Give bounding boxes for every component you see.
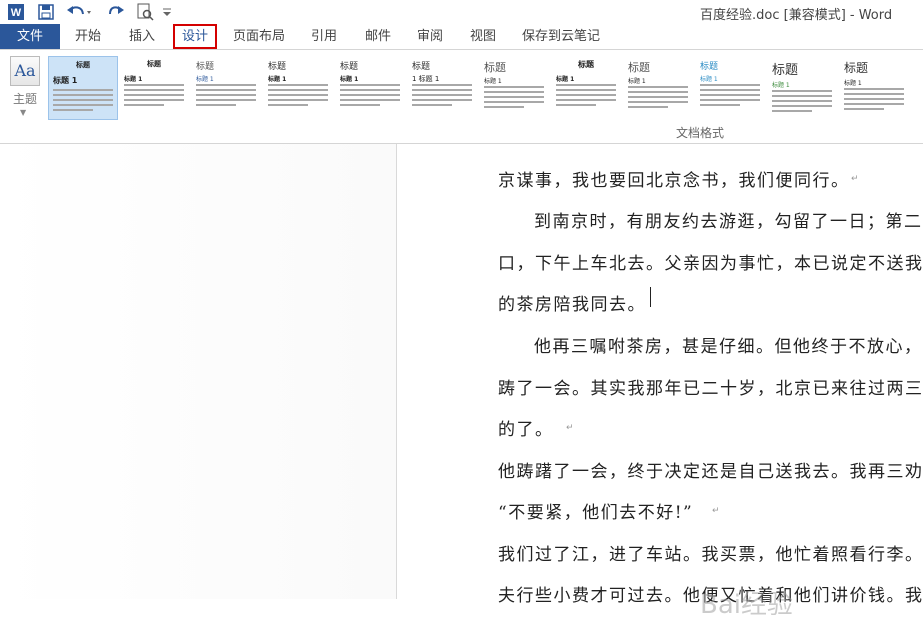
- style-set-title: 标题: [844, 61, 869, 75]
- style-set-item[interactable]: 标题 标题 1: [480, 56, 548, 118]
- tab-design[interactable]: 设计: [173, 24, 217, 49]
- style-set-title: 标题: [700, 62, 719, 72]
- tab-file[interactable]: 文件: [0, 24, 60, 49]
- style-set-heading: 标题 1: [484, 78, 502, 85]
- style-set-title: 标题: [76, 61, 90, 69]
- style-set-item[interactable]: 标题 标题 1: [336, 56, 404, 118]
- style-set-title: 标题: [268, 62, 287, 72]
- style-set-title: 标题: [340, 62, 359, 72]
- page-gutter: [0, 144, 396, 599]
- page-edge: [396, 144, 397, 599]
- tab-review[interactable]: 审阅: [408, 24, 452, 49]
- customize-qat-icon[interactable]: [160, 2, 174, 22]
- style-set-heading: 标题 1: [844, 80, 862, 87]
- style-set-title: 标题: [578, 60, 594, 69]
- tab-page-layout[interactable]: 页面布局: [226, 24, 292, 49]
- style-set-item[interactable]: 标题 标题 1: [192, 56, 260, 118]
- style-set-heading: 标题 1: [268, 76, 287, 83]
- document-line[interactable]: “不要紧，他们去不好!”: [498, 498, 693, 523]
- paragraph-mark-icon: ↵: [851, 174, 859, 184]
- tab-mailings[interactable]: 邮件: [356, 24, 400, 49]
- style-set-item[interactable]: 标题 标题 1: [120, 56, 188, 118]
- style-set-item[interactable]: 标题 标题 1: [264, 56, 332, 118]
- document-line[interactable]: 的了。: [498, 415, 554, 440]
- style-set-item[interactable]: 标题 标题 1: [48, 56, 118, 120]
- document-line[interactable]: 他踌躇了一会，终于决定还是自己送我去。我再三劝: [498, 457, 923, 482]
- style-set-title: 标题: [412, 62, 431, 72]
- document-line[interactable]: 到南京时，有朋友约去游逛，勾留了一日；第二: [534, 207, 923, 232]
- tab-home[interactable]: 开始: [66, 24, 110, 49]
- style-set-heading: 1 标题 1: [412, 75, 440, 83]
- paragraph-mark-icon: ↵: [566, 423, 574, 433]
- tab-insert[interactable]: 插入: [120, 24, 164, 49]
- style-set-heading: 标题 1: [124, 76, 143, 83]
- svg-text:W: W: [11, 7, 22, 19]
- word-icon: W: [6, 2, 26, 22]
- tab-save-to-cloud-note[interactable]: 保存到云笔记: [516, 24, 606, 49]
- tab-view[interactable]: 视图: [461, 24, 505, 49]
- document-line[interactable]: 踌了一会。其实我那年已二十岁，北京已来往过两三: [498, 374, 923, 399]
- style-set-heading: 标题 1: [196, 76, 214, 83]
- paragraph-mark-icon: ↵: [712, 506, 720, 516]
- watermark: Bai经验: [700, 590, 793, 620]
- style-set-item[interactable]: 标题 标题 1: [552, 56, 620, 118]
- save-icon[interactable]: [36, 2, 56, 22]
- undo-icon[interactable]: [64, 2, 94, 22]
- style-set-heading: 标题 1: [628, 78, 646, 85]
- style-set-heading: 标题 1: [700, 76, 718, 83]
- style-set-heading: 标题 1: [53, 76, 78, 85]
- style-set-item[interactable]: 标题 标题 1: [840, 56, 908, 118]
- style-set-item[interactable]: 标题 标题 1: [624, 56, 692, 118]
- themes-button[interactable]: Aa 主题 ▼: [6, 56, 44, 120]
- print-preview-icon[interactable]: [134, 2, 156, 22]
- document-line[interactable]: 我们过了江，进了车站。我买票，他忙着照看行李。: [498, 540, 923, 565]
- style-set-item[interactable]: 标题 标题 1: [768, 56, 836, 118]
- style-set-title: 标题: [147, 60, 161, 68]
- tab-references[interactable]: 引用: [302, 24, 346, 49]
- document-line[interactable]: 的茶房陪我同去。: [498, 290, 646, 315]
- chevron-down-icon: ▼: [20, 108, 27, 117]
- style-set-title: 标题: [196, 62, 215, 72]
- themes-label: 主题: [12, 92, 37, 106]
- document-line[interactable]: 口，下午上车北去。父亲因为事忙，本已说定不送我: [498, 249, 923, 274]
- text-cursor: [650, 287, 651, 307]
- document-line[interactable]: 京谋事，我也要回北京念书，我们便同行。: [498, 166, 850, 191]
- ribbon-tabs: 文件 开始 插入 设计 页面布局 引用 邮件 审阅 视图 保存到云笔记: [0, 24, 923, 50]
- style-set-title: 标题: [772, 63, 799, 78]
- style-set-heading: 标题 1: [340, 76, 359, 83]
- document-formatting-group-label: 文档格式: [675, 126, 724, 140]
- style-set-gallery: 标题 标题 1 标题 标题 1 标题 标题 1 标题 标题 1 标题 标题 1 …: [46, 56, 923, 122]
- style-set-title: 标题: [484, 61, 506, 74]
- title-bar: W 百度经验.doc [兼容模式] - Word: [0, 0, 923, 24]
- window-title: 百度经验.doc [兼容模式] - Word: [700, 8, 893, 23]
- themes-icon: Aa: [10, 56, 40, 86]
- style-set-item[interactable]: 标题 标题 1: [696, 56, 764, 118]
- style-set-title: 标题: [628, 61, 650, 74]
- ribbon: Aa 主题 ▼ 标题 标题 1 标题 标题 1 标题 标题 1 标题 标题 1 …: [0, 50, 923, 144]
- document-area[interactable]: 京谋事，我也要回北京念书，我们便同行。 ↵ 到南京时，有朋友约去游逛，勾留了一日…: [0, 144, 923, 620]
- redo-icon[interactable]: [106, 2, 126, 22]
- document-line[interactable]: 他再三嘱咐茶房，甚是仔细。但他终于不放心，: [534, 332, 923, 357]
- style-set-item[interactable]: 标题 1 标题 1: [408, 56, 476, 118]
- style-set-heading: 标题 1: [772, 82, 790, 89]
- style-set-heading: 标题 1: [556, 76, 575, 83]
